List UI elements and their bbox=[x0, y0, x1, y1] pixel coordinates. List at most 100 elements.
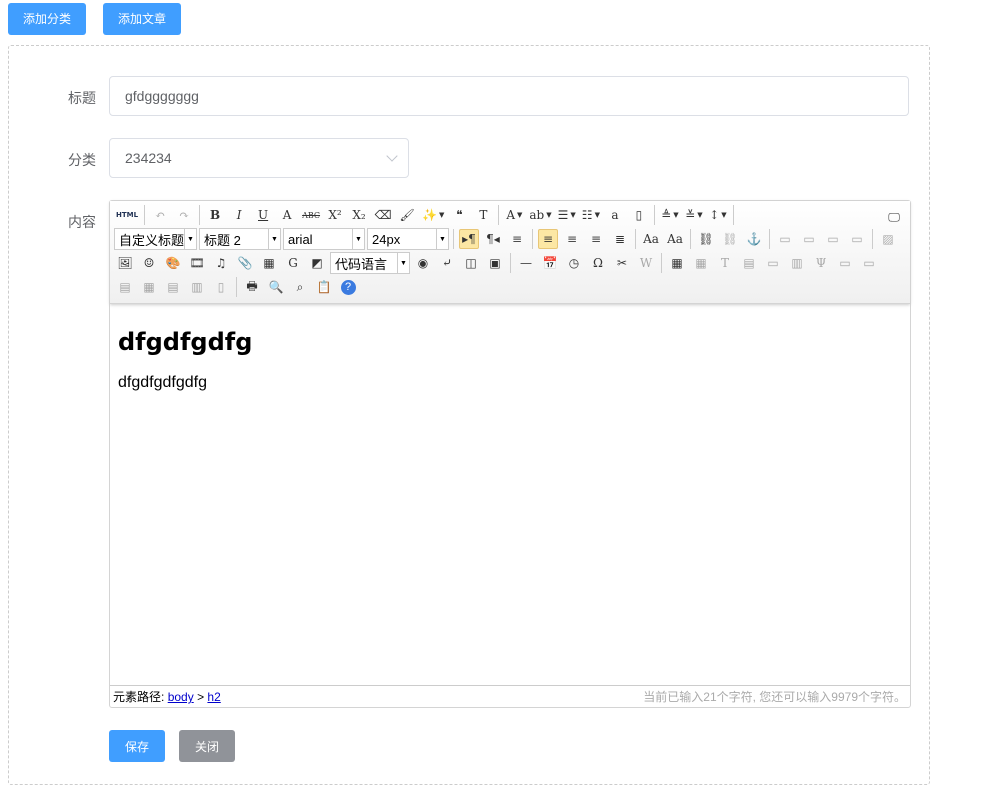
close-button[interactable]: 关闭 bbox=[179, 730, 236, 762]
mergecells-button[interactable]: ▭ bbox=[835, 253, 855, 273]
path-body-link[interactable]: body bbox=[168, 690, 194, 704]
toolbar-separator bbox=[498, 205, 500, 225]
horizontal-button[interactable]: — bbox=[516, 253, 536, 273]
link-button[interactable]: ⛓ bbox=[696, 229, 716, 249]
fontborder-button[interactable]: A bbox=[277, 205, 297, 225]
subscript-button[interactable]: X₂ bbox=[349, 205, 369, 225]
superscript-button[interactable]: X² bbox=[325, 205, 345, 225]
snapscreen-button[interactable]: ✂ bbox=[612, 253, 632, 273]
category-select[interactable]: 234234 bbox=[109, 138, 409, 178]
strikethrough-button[interactable]: ABC bbox=[301, 205, 321, 225]
splittocells-button[interactable]: ▦ bbox=[139, 277, 159, 297]
splittorows-button[interactable]: ▤ bbox=[163, 277, 183, 297]
music-button[interactable]: ♫ bbox=[211, 253, 231, 273]
dropdown-arrow-icon[interactable]: ▼ bbox=[397, 253, 409, 273]
spechars-button[interactable]: Ω bbox=[588, 253, 608, 273]
bold-button[interactable]: B bbox=[205, 205, 225, 225]
selectall-button[interactable]: a bbox=[605, 205, 625, 225]
insertparagraphbeforetable-button[interactable]: T bbox=[715, 253, 735, 273]
rowspacingtop-button[interactable]: ≜ ▼ bbox=[660, 205, 680, 225]
unlink-button[interactable]: ⛓ bbox=[720, 229, 740, 249]
template-button[interactable]: ◫ bbox=[461, 253, 481, 273]
source-button[interactable]: HTML bbox=[115, 205, 139, 225]
gmap-button[interactable]: G bbox=[283, 253, 303, 273]
undo-button[interactable]: ↶ bbox=[150, 205, 170, 225]
searchreplace-button[interactable]: ⌕ bbox=[290, 277, 310, 297]
autotypeset-button[interactable]: ✨ ▼ bbox=[421, 205, 445, 225]
imagecenter-button[interactable]: ▭ bbox=[847, 229, 867, 249]
deletetable-button[interactable]: ▦ bbox=[691, 253, 711, 273]
pasteplain-button[interactable]: T bbox=[473, 205, 493, 225]
justifyleft-button[interactable]: ≡ bbox=[538, 229, 558, 249]
dropdown-arrow-icon[interactable]: ▼ bbox=[184, 229, 196, 249]
mergeright-button[interactable]: ▭ bbox=[859, 253, 879, 273]
drafts-button[interactable]: 📋 bbox=[314, 277, 334, 297]
insertorderedlist-button[interactable]: ☰ ▼ bbox=[557, 205, 577, 225]
directionalityltr-button[interactable]: ▸¶ bbox=[459, 229, 479, 249]
directionalityrtl-button[interactable]: ¶◂ bbox=[483, 229, 503, 249]
justifyright-button[interactable]: ≡ bbox=[586, 229, 606, 249]
cleardoc-button[interactable]: ▯ bbox=[629, 205, 649, 225]
forecolor-button[interactable]: A ▼ bbox=[504, 205, 524, 225]
imageleft-button[interactable]: ▭ bbox=[799, 229, 819, 249]
customstyle-combo[interactable]: 自定义标题 ▼ bbox=[114, 228, 197, 250]
blockquote-button[interactable]: ❝ bbox=[449, 205, 469, 225]
redo-button[interactable]: ↷ bbox=[174, 205, 194, 225]
path-h2-link[interactable]: h2 bbox=[207, 690, 220, 704]
time-button[interactable]: ◷ bbox=[564, 253, 584, 273]
underline-button[interactable]: U bbox=[253, 205, 273, 225]
italic-button[interactable]: I bbox=[229, 205, 249, 225]
inserttable-button[interactable]: ▦ bbox=[667, 253, 687, 273]
deletecol-button[interactable]: Ψ bbox=[811, 253, 831, 273]
date-button[interactable]: 📅 bbox=[540, 253, 560, 273]
anchor-button[interactable]: ⚓ bbox=[744, 229, 764, 249]
insertunorderedlist-button[interactable]: ☷ ▼ bbox=[581, 205, 601, 225]
add-article-button[interactable]: 添加文章 bbox=[103, 3, 182, 35]
dropdown-arrow-icon[interactable]: ▼ bbox=[268, 229, 280, 249]
dropdown-arrow-icon[interactable]: ▼ bbox=[436, 229, 448, 249]
emotion-button[interactable]: ☺ bbox=[139, 253, 159, 273]
webapp-button[interactable]: ◉ bbox=[413, 253, 433, 273]
title-input[interactable]: gfdggggggg bbox=[109, 76, 909, 116]
print-button[interactable]: 🖶 bbox=[242, 277, 262, 297]
tolowercase-button[interactable]: Aa bbox=[665, 229, 685, 249]
scrawl-button[interactable]: 🎨 bbox=[163, 253, 183, 273]
imagenone-button[interactable]: ▭ bbox=[775, 229, 795, 249]
imageright-button[interactable]: ▭ bbox=[823, 229, 843, 249]
map-button[interactable]: ▦ bbox=[259, 253, 279, 273]
save-button[interactable]: 保存 bbox=[109, 730, 166, 762]
simpleupload-button[interactable]: ▨ bbox=[878, 229, 898, 249]
rowspacingbottom-button[interactable]: ≚ ▼ bbox=[684, 205, 704, 225]
preview-button[interactable]: 🔍 bbox=[266, 277, 286, 297]
background-button[interactable]: ▣ bbox=[485, 253, 505, 273]
charts-button[interactable]: ▯ bbox=[211, 277, 231, 297]
insertimage-button[interactable]: 🖼 bbox=[115, 253, 135, 273]
insertrow-button[interactable]: ▤ bbox=[739, 253, 759, 273]
help-button[interactable]: ? bbox=[338, 277, 358, 297]
insertcode-combo[interactable]: 代码语言 ▼ bbox=[330, 252, 410, 274]
removeformat-button[interactable]: ⌫ bbox=[373, 205, 393, 225]
splittocols-button[interactable]: ▥ bbox=[187, 277, 207, 297]
mergedown-button[interactable]: ▤ bbox=[115, 277, 135, 297]
fontsize-combo[interactable]: 24px ▼ bbox=[367, 228, 449, 250]
lineheight-button[interactable]: ↕ ▼ bbox=[708, 205, 728, 225]
attachment-button[interactable]: 📎 bbox=[235, 253, 255, 273]
deleterow-button[interactable]: ▭ bbox=[763, 253, 783, 273]
fullscreen-icon[interactable]: 🖵 bbox=[884, 207, 904, 227]
editor-content[interactable]: dfgdfgdfg dfgdfgdfgdfg bbox=[110, 304, 910, 684]
paragraph-combo[interactable]: 标题 2 ▼ bbox=[199, 228, 281, 250]
insertvideo-button[interactable]: 🎞 bbox=[187, 253, 207, 273]
touppercase-button[interactable]: Aa bbox=[641, 229, 661, 249]
dropdown-arrow-icon[interactable]: ▼ bbox=[352, 229, 364, 249]
fontfamily-combo[interactable]: arial ▼ bbox=[283, 228, 365, 250]
insertframe-button[interactable]: ◩ bbox=[307, 253, 327, 273]
wordimage-button[interactable]: W bbox=[636, 253, 656, 273]
justifycenter-button[interactable]: ≡ bbox=[562, 229, 582, 249]
justifyjustify-button[interactable]: ≣ bbox=[610, 229, 630, 249]
backcolor-button[interactable]: ab ▼ bbox=[528, 205, 552, 225]
insertcol-button[interactable]: ▥ bbox=[787, 253, 807, 273]
formatmatch-button[interactable]: 🖌 bbox=[397, 205, 417, 225]
add-category-button[interactable]: 添加分类 bbox=[8, 3, 87, 35]
pagebreak-button[interactable]: ⤶ bbox=[437, 253, 457, 273]
indent-button[interactable]: ≡ bbox=[507, 229, 527, 249]
